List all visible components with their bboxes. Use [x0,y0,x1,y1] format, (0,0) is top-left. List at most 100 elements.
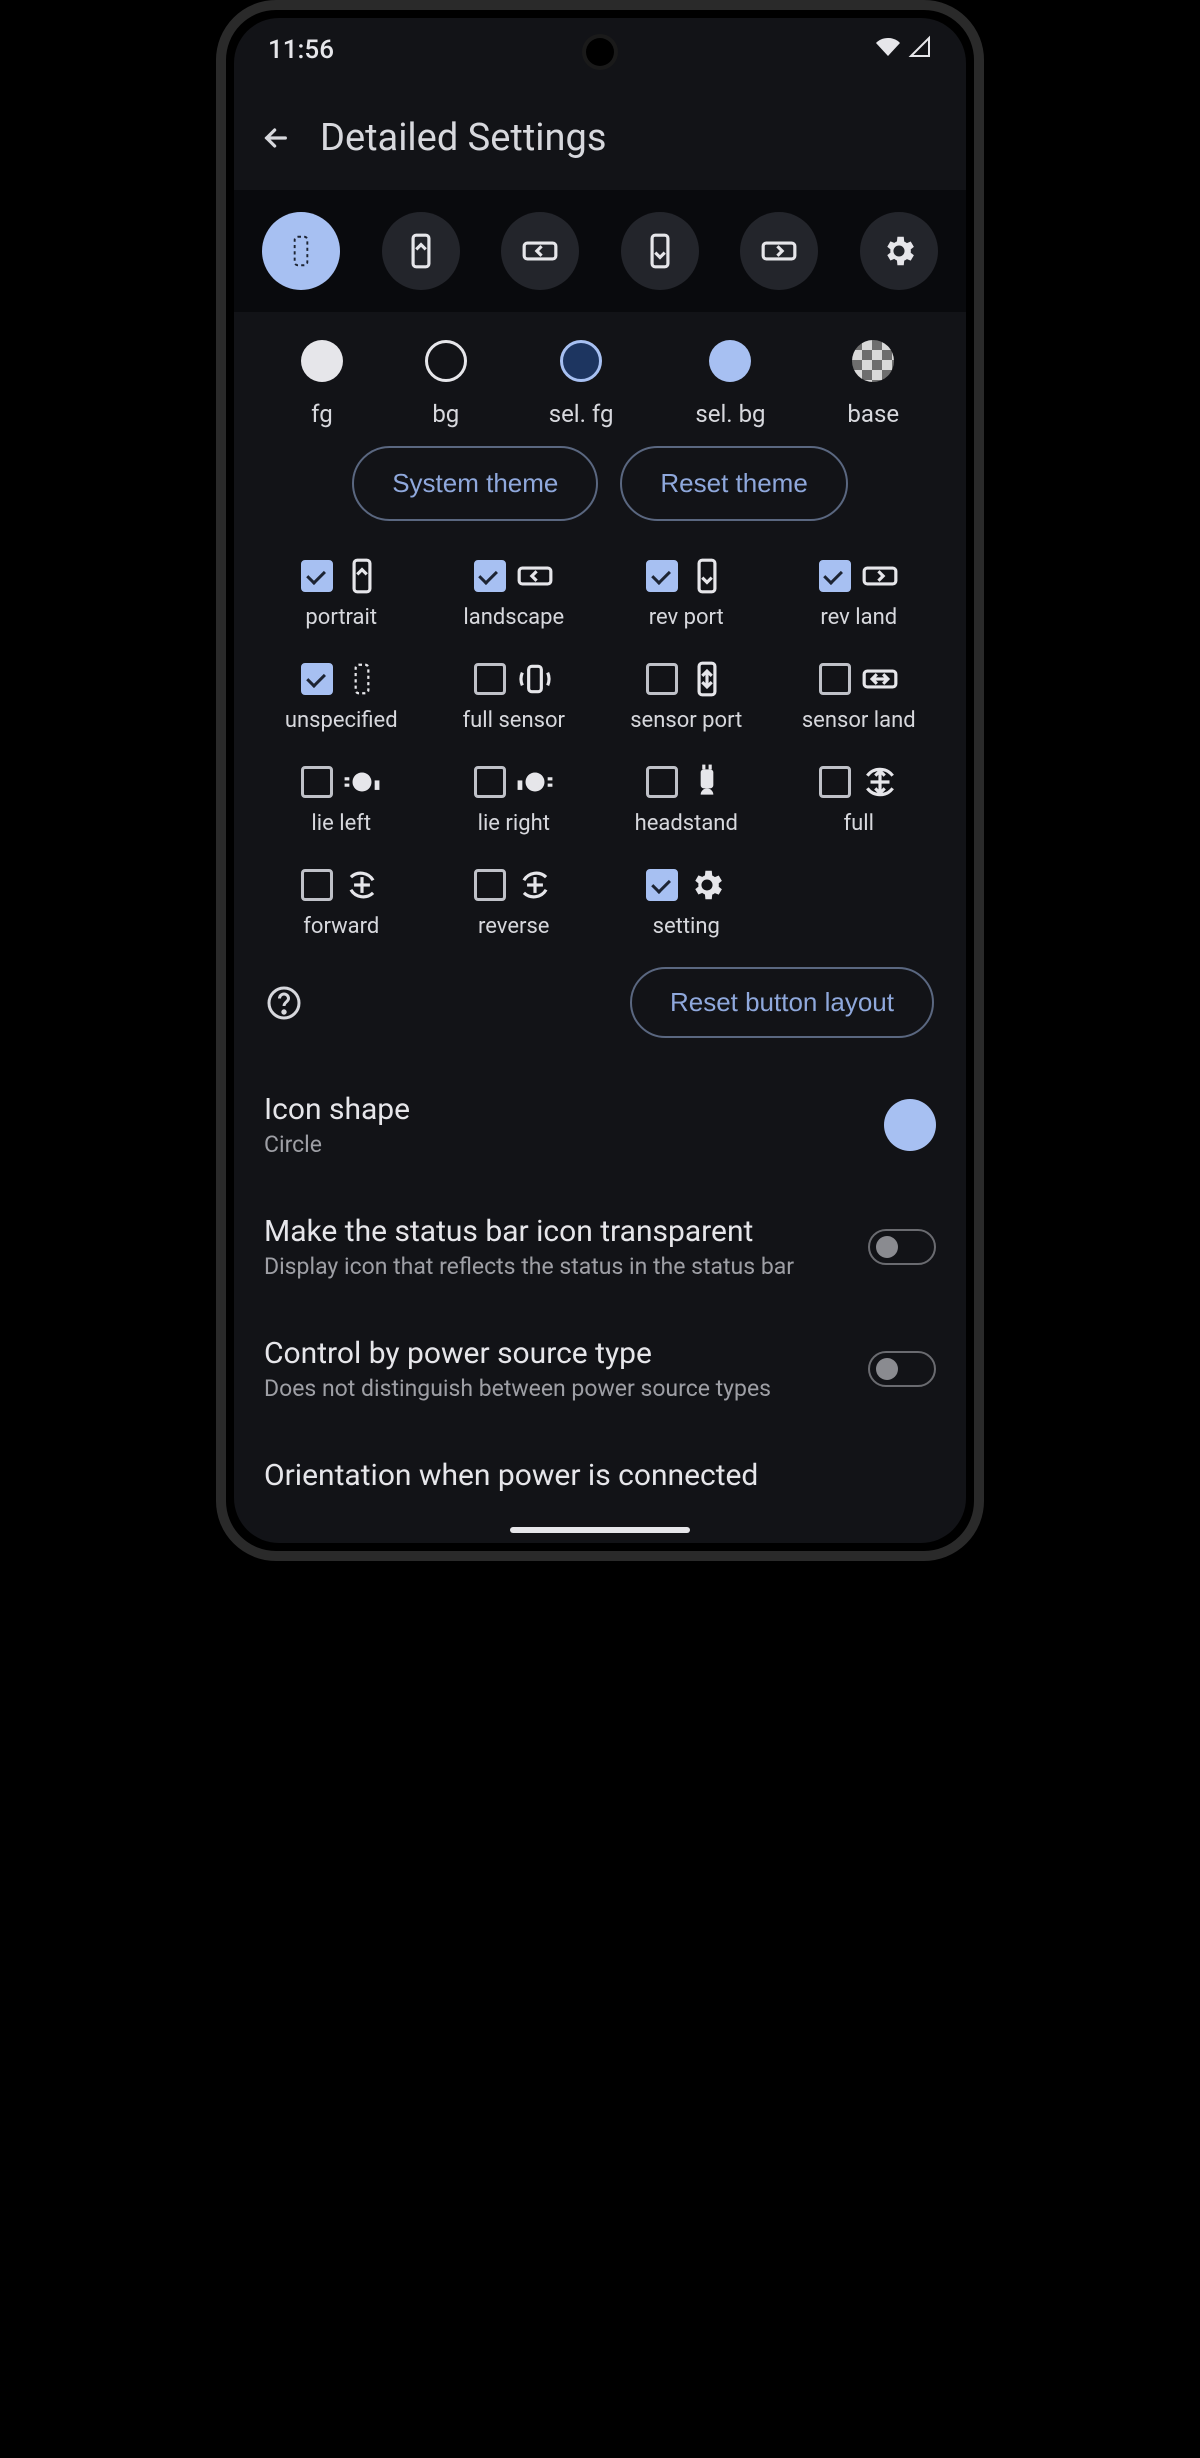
grid-unspecified[interactable]: unspecified [260,660,423,733]
checkbox [819,560,851,592]
color-fg[interactable]: fg [301,340,343,428]
color-label: sel. bg [695,400,765,428]
help-icon[interactable] [266,985,302,1021]
android-headstand-icon [688,763,726,801]
grid-label: sensor port [630,708,742,733]
grid-lie-left[interactable]: lie left [260,763,423,836]
grid-label: landscape [463,605,564,630]
grid-rev-port[interactable]: rev port [605,557,768,630]
setting-sub: Display icon that reflects the status in… [264,1253,848,1280]
tab-portrait[interactable] [382,212,460,290]
checkbox [646,869,678,901]
grid-label: sensor land [802,708,916,733]
wifi-icon [876,35,900,66]
unspecified-icon [343,660,381,698]
portrait-icon [343,557,381,595]
grid-full[interactable]: full [778,763,941,836]
swatch-base [852,340,894,382]
setting-power-source[interactable]: Control by power source type Does not di… [260,1308,940,1430]
tab-landscape[interactable] [501,212,579,290]
grid-forward[interactable]: forward [260,866,423,939]
color-base[interactable]: base [847,340,899,428]
rev-land-icon [861,557,899,595]
swatch-sel-bg [709,340,751,382]
grid-full-sensor[interactable]: full sensor [433,660,596,733]
color-bg[interactable]: bg [425,340,467,428]
checkbox [646,663,678,695]
grid-rev-land[interactable]: rev land [778,557,941,630]
orientation-grid: portrait landscape rev port [260,557,940,939]
full-rotate-icon [861,763,899,801]
reset-theme-button[interactable]: Reset theme [620,446,847,521]
checkbox [819,663,851,695]
grid-setting[interactable]: setting [605,866,768,939]
tab-rev-landscape[interactable] [740,212,818,290]
status-icons [876,35,932,66]
toggle-off[interactable] [868,1351,936,1387]
phone-frame: 11:56 Detailed Settings [216,0,984,1561]
page-title: Detailed Settings [320,116,606,160]
toggle-off[interactable] [868,1229,936,1265]
tab-rev-portrait[interactable] [621,212,699,290]
grid-label: full [844,811,874,836]
signal-icon [908,35,932,66]
checkbox [474,766,506,798]
setting-title: Icon shape [264,1092,864,1127]
setting-sub: Circle [264,1131,864,1158]
sensor-land-icon [861,660,899,698]
tab-settings[interactable] [860,212,938,290]
system-theme-button[interactable]: System theme [352,446,598,521]
swatch-bg [425,340,467,382]
color-label: sel. fg [549,400,614,428]
grid-sensor-land[interactable]: sensor land [778,660,941,733]
color-sel-bg[interactable]: sel. bg [695,340,765,428]
swatch-sel-fg [560,340,602,382]
checkbox [646,560,678,592]
setting-statusbar-transparent[interactable]: Make the status bar icon transparent Dis… [260,1186,940,1308]
grid-portrait[interactable]: portrait [260,557,423,630]
checkbox [474,560,506,592]
reset-layout-button[interactable]: Reset button layout [630,967,934,1038]
setting-orientation-power[interactable]: Orientation when power is connected [260,1430,940,1497]
grid-lie-right[interactable]: lie right [433,763,596,836]
reverse-rotate-icon [516,866,554,904]
grid-label: portrait [305,605,377,630]
settings-list: Icon shape Circle Make the status bar ic… [260,1064,940,1497]
swatch-fg [301,340,343,382]
camera-punch [586,38,614,66]
gear-icon [688,866,726,904]
checkbox [301,663,333,695]
status-time: 11:56 [268,35,334,65]
checkbox [301,766,333,798]
grid-label: rev port [649,605,724,630]
nav-pill[interactable] [510,1527,690,1533]
grid-landscape[interactable]: landscape [433,557,596,630]
app-bar: Detailed Settings [234,82,966,190]
icon-shape-preview [884,1099,936,1151]
screen: 11:56 Detailed Settings [234,18,966,1543]
setting-sub: Does not distinguish between power sourc… [264,1375,848,1402]
tab-unspecified[interactable] [262,212,340,290]
setting-icon-shape[interactable]: Icon shape Circle [260,1064,940,1186]
grid-sensor-port[interactable]: sensor port [605,660,768,733]
color-label: base [847,400,899,428]
android-left-icon [343,763,381,801]
grid-label: forward [303,914,379,939]
grid-reverse[interactable]: reverse [433,866,596,939]
grid-headstand[interactable]: headstand [605,763,768,836]
setting-title: Control by power source type [264,1336,848,1371]
checkbox [646,766,678,798]
grid-label: lie left [311,811,371,836]
color-label: fg [311,400,333,428]
checkbox [474,869,506,901]
forward-rotate-icon [343,866,381,904]
color-sel-fg[interactable]: sel. fg [549,340,614,428]
grid-label: reverse [478,914,549,939]
landscape-icon [516,557,554,595]
android-right-icon [516,763,554,801]
checkbox [474,663,506,695]
color-swatches: fg bg sel. fg sel. bg base [260,340,940,428]
grid-label: rev land [820,605,897,630]
theme-button-row: System theme Reset theme [260,446,940,521]
back-icon[interactable] [260,122,292,154]
